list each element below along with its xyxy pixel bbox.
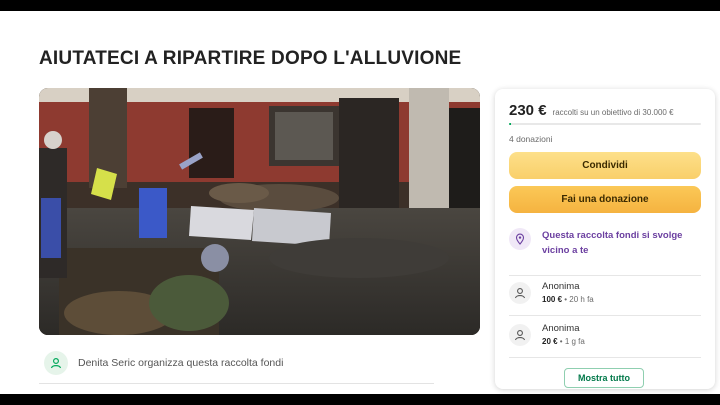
- donor-amount: 100 €: [542, 295, 563, 304]
- donor-time: 1 g fa: [564, 337, 585, 346]
- donor-item: Anonima 100 € • 20 h fa: [509, 281, 594, 304]
- location-pin-icon: [509, 228, 531, 250]
- divider: [509, 315, 701, 316]
- divider: [509, 275, 701, 276]
- nearby-notice[interactable]: Questa raccolta fondi si svolge vicino a…: [509, 228, 701, 258]
- donor-amount: 20 €: [542, 337, 558, 346]
- user-icon: [44, 351, 68, 375]
- donation-card: 230 € raccolti su un obiettivo di 30.000…: [495, 89, 715, 389]
- raised-amount: 230 €: [509, 102, 547, 119]
- share-button[interactable]: Condividi: [509, 152, 701, 179]
- divider: [39, 383, 434, 384]
- fundraiser-page: AIUTATECI A RIPARTIRE DOPO L'ALLUVIONE D…: [0, 11, 720, 394]
- nearby-notice-text: Questa raccolta fondi si svolge vicino a…: [542, 230, 683, 256]
- page-title: AIUTATECI A RIPARTIRE DOPO L'ALLUVIONE: [39, 48, 462, 69]
- donor-time: 20 h fa: [569, 295, 594, 304]
- show-all-button[interactable]: Mostra tutto: [564, 368, 644, 388]
- organizer-text: Denita Seric organizza questa raccolta f…: [78, 357, 284, 369]
- donor-icon: [509, 323, 531, 346]
- progress-bar: [509, 123, 701, 125]
- divider: [509, 357, 701, 358]
- amount-row: 230 € raccolti su un obiettivo di 30.000…: [509, 102, 674, 119]
- donor-name: Anonima: [542, 281, 580, 292]
- campaign-photo: [39, 88, 480, 335]
- donate-button[interactable]: Fai una donazione: [509, 186, 701, 213]
- donor-meta: 20 € • 1 g fa: [542, 337, 585, 346]
- progress-fill: [509, 123, 511, 125]
- goal-text: raccolti su un obiettivo di 30.000 €: [552, 108, 674, 117]
- organizer-row: Denita Seric organizza questa raccolta f…: [44, 351, 283, 375]
- donor-name: Anonima: [542, 323, 580, 334]
- donations-count: 4 donazioni: [509, 134, 553, 144]
- donor-meta: 100 € • 20 h fa: [542, 295, 594, 304]
- donor-icon: [509, 281, 531, 304]
- donor-item: Anonima 20 € • 1 g fa: [509, 323, 585, 346]
